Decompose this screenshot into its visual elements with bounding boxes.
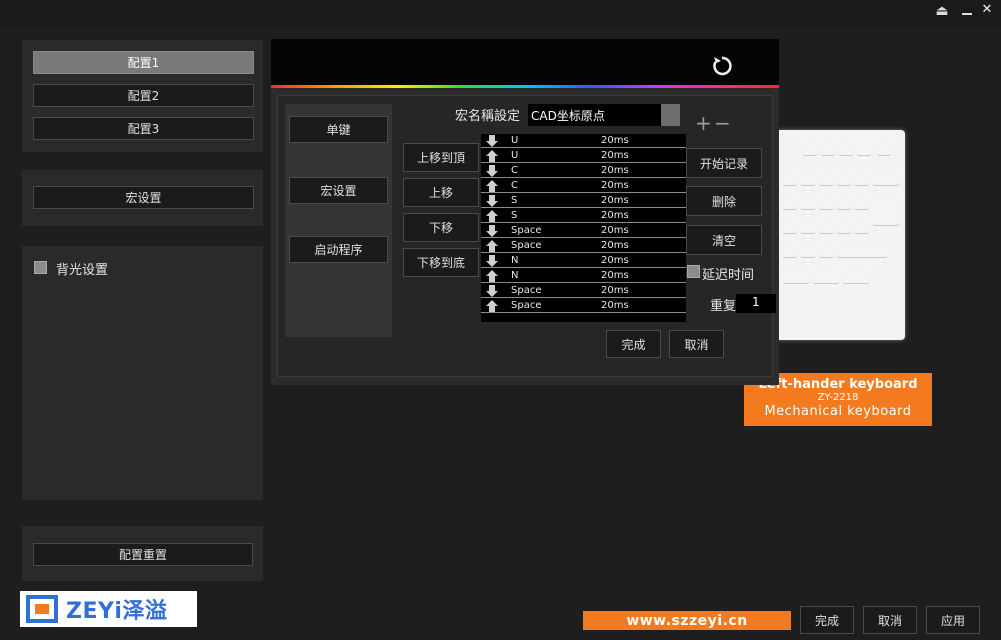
key-down-arrow-icon (485, 254, 499, 267)
tab-single-key[interactable]: 单键 (289, 116, 388, 143)
macro-cancel-button[interactable]: 取消 (669, 330, 724, 358)
macro-name-input[interactable] (528, 104, 661, 126)
macro-event-row[interactable]: Space 20ms (481, 284, 686, 298)
key-down-arrow-icon (485, 134, 499, 147)
macro-event-key: Space (511, 225, 542, 236)
profile-button-3[interactable]: 配置3 (33, 117, 254, 140)
remove-macro-icon[interactable]: − (714, 113, 731, 133)
add-macro-icon[interactable]: + (695, 113, 712, 133)
macro-event-delay: 20ms (601, 300, 629, 311)
macro-event-delay: 20ms (601, 240, 629, 251)
title-bar (0, 0, 1001, 26)
keyboard-image (773, 130, 905, 340)
macro-event-row[interactable]: Space 20ms (481, 224, 686, 238)
product-model: ZY-2218 (817, 392, 859, 403)
macro-event-delay: 20ms (601, 255, 629, 266)
macro-event-delay: 20ms (601, 195, 629, 206)
move-up-button[interactable]: 上移 (403, 178, 479, 207)
key-down-arrow-icon (485, 284, 499, 297)
macro-event-delay: 20ms (601, 180, 629, 191)
key-down-arrow-icon (485, 194, 499, 207)
macro-event-key: S (511, 195, 518, 206)
tab-macro-settings[interactable]: 宏设置 (289, 177, 388, 204)
macro-event-row[interactable]: U 20ms (481, 134, 686, 148)
macro-done-button[interactable]: 完成 (606, 330, 661, 358)
macro-event-key: C (511, 165, 518, 176)
move-to-bottom-button[interactable]: 下移到底 (403, 248, 479, 277)
macro-event-delay: 20ms (601, 165, 629, 176)
macro-event-key: N (511, 270, 519, 281)
delay-label: 延迟时间 (702, 268, 755, 283)
move-down-button[interactable]: 下移 (403, 213, 479, 242)
macro-settings-button[interactable]: 宏设置 (33, 186, 254, 209)
key-up-arrow-icon (485, 239, 499, 252)
key-up-arrow-icon (485, 149, 499, 162)
tab-launch-program[interactable]: 启动程序 (289, 236, 388, 263)
macro-event-delay: 20ms (601, 225, 629, 236)
macro-event-key: S (511, 210, 518, 221)
close-icon[interactable]: ✕ (979, 2, 995, 20)
clear-button[interactable]: 清空 (686, 225, 762, 255)
delay-checkbox[interactable] (687, 265, 700, 278)
start-record-button[interactable]: 开始记录 (686, 148, 762, 178)
minimize-icon (962, 13, 972, 15)
backlight-checkbox[interactable] (34, 261, 47, 274)
delete-button[interactable]: 删除 (686, 186, 762, 216)
macro-event-row[interactable]: N 20ms (481, 269, 686, 283)
macro-event-row[interactable]: Space 20ms (481, 299, 686, 313)
macro-event-list[interactable]: U 20ms U 20ms C 20ms C 20ms S 20ms S 20ms Space 20ms S… (481, 134, 686, 322)
eject-icon[interactable]: ⏏ (934, 3, 950, 21)
key-down-arrow-icon (485, 224, 499, 237)
key-up-arrow-icon (485, 209, 499, 222)
key-up-arrow-icon (485, 179, 499, 192)
backlight-panel (22, 246, 263, 500)
macro-event-delay: 20ms (601, 270, 629, 281)
macro-event-key: U (511, 135, 519, 146)
refresh-icon[interactable] (711, 55, 733, 77)
cancel-button[interactable]: 取消 (863, 606, 917, 634)
macro-dialog-header (271, 39, 779, 87)
key-up-arrow-icon (485, 299, 499, 312)
profile-button-1[interactable]: 配置1 (33, 51, 254, 74)
macro-event-delay: 20ms (601, 150, 629, 161)
macro-event-key: U (511, 150, 519, 161)
macro-event-row[interactable]: U 20ms (481, 149, 686, 163)
backlight-label: 背光设置 (56, 263, 109, 278)
macro-name-dropdown[interactable] (661, 104, 680, 126)
macro-event-key: Space (511, 300, 542, 311)
macro-event-row[interactable]: Space 20ms (481, 239, 686, 253)
macro-event-key: N (511, 255, 519, 266)
macro-name-label: 宏名稱設定 (455, 109, 521, 124)
macro-event-delay: 20ms (601, 135, 629, 146)
macro-event-row[interactable]: N 20ms (481, 254, 686, 268)
brand-logo: ZEYi泽溢 (20, 591, 197, 627)
repeat-label: 重复 (710, 299, 737, 314)
profile-button-2[interactable]: 配置2 (33, 84, 254, 107)
macro-event-row[interactable]: S 20ms (481, 209, 686, 223)
rainbow-strip (271, 85, 779, 88)
key-up-arrow-icon (485, 269, 499, 282)
apply-button[interactable]: 应用 (926, 606, 980, 634)
macro-event-row[interactable]: S 20ms (481, 194, 686, 208)
macro-event-delay: 20ms (601, 210, 629, 221)
reset-button[interactable]: 配置重置 (33, 543, 253, 566)
brand-logo-icon (26, 595, 58, 623)
macro-event-key: C (511, 180, 518, 191)
website-link[interactable]: www.szzeyi.cn (626, 613, 747, 629)
macro-event-row[interactable]: C 20ms (481, 179, 686, 193)
brand-logo-text: ZEYi泽溢 (66, 599, 168, 624)
key-down-arrow-icon (485, 164, 499, 177)
website-bar: www.szzeyi.cn (583, 611, 791, 630)
macro-event-key: Space (511, 285, 542, 296)
product-type: Mechanical keyboard (764, 404, 912, 419)
done-button[interactable]: 完成 (800, 606, 854, 634)
move-to-top-button[interactable]: 上移到頂 (403, 143, 479, 172)
repeat-input[interactable]: 1 (736, 294, 776, 313)
macro-event-row[interactable]: C 20ms (481, 164, 686, 178)
macro-event-key: Space (511, 240, 542, 251)
macro-event-delay: 20ms (601, 285, 629, 296)
minimize-button[interactable] (959, 2, 975, 20)
